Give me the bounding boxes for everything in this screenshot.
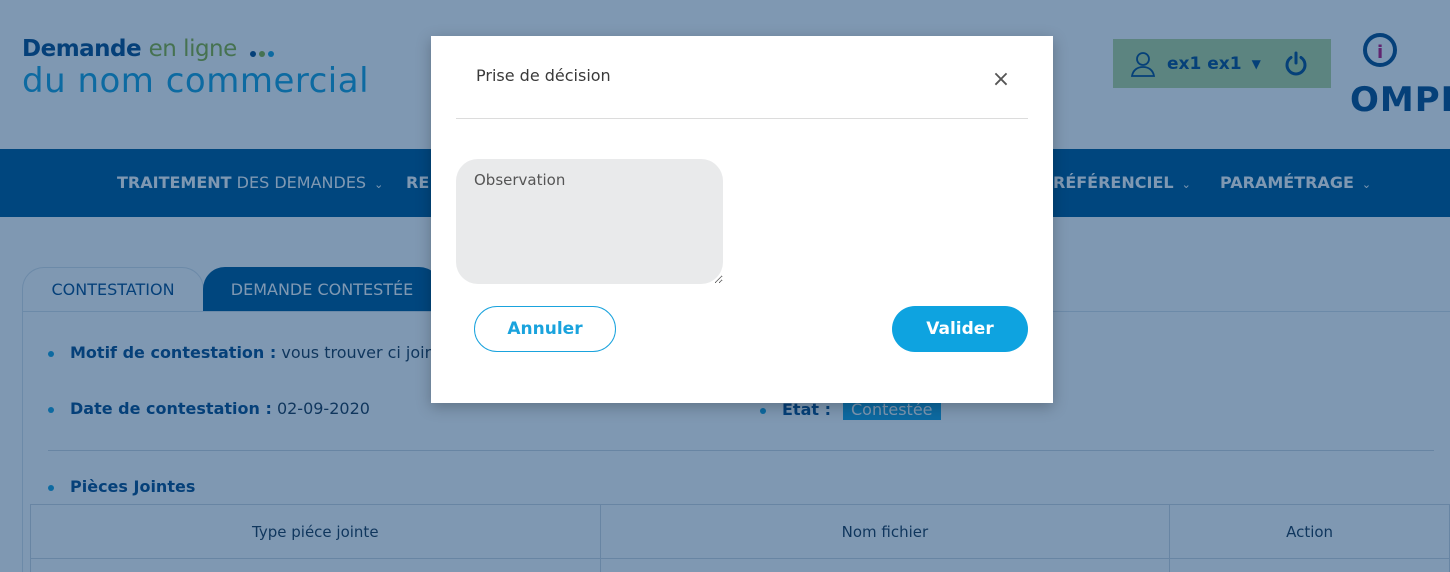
observation-field[interactable] — [456, 159, 723, 284]
validate-button[interactable]: Valider — [892, 306, 1028, 352]
decision-modal: Prise de décision × Annuler Valider — [431, 36, 1053, 403]
modal-title: Prise de décision — [476, 66, 611, 85]
close-icon[interactable]: × — [991, 69, 1011, 91]
modal-divider — [456, 118, 1028, 119]
cancel-button[interactable]: Annuler — [474, 306, 616, 352]
